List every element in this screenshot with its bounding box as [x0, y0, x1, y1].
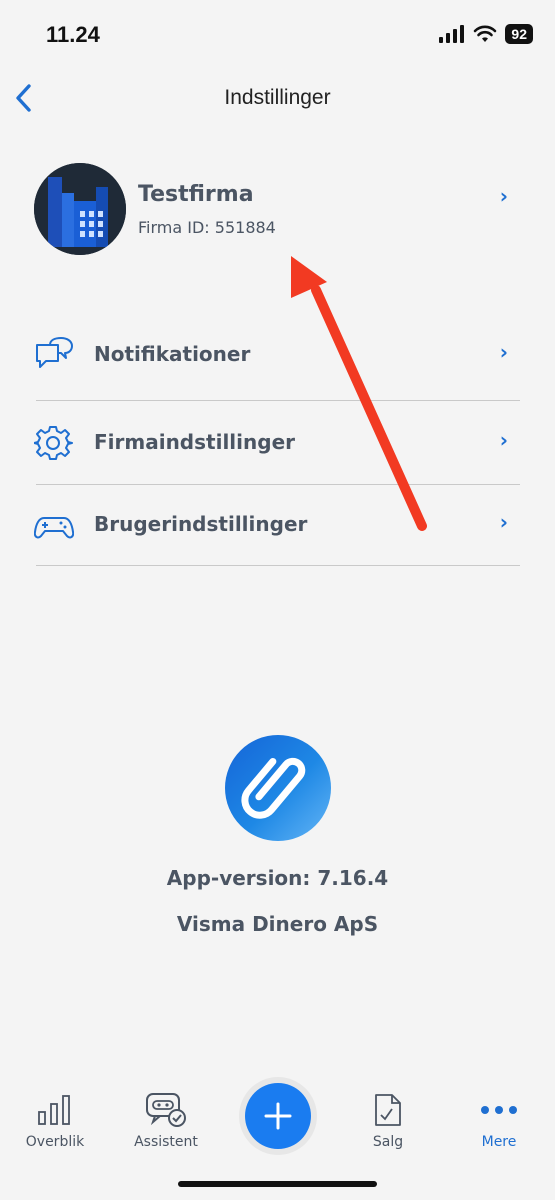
home-indicator	[178, 1181, 377, 1187]
menu-item-firmaindstillinger[interactable]: Firmaindstillinger ›	[34, 402, 520, 484]
chevron-right-icon: ›	[499, 184, 508, 208]
status-icons: 92	[439, 24, 533, 44]
company-row[interactable]: Testfirma Firma ID: 551884 ›	[34, 160, 520, 260]
chevron-right-icon: ›	[499, 428, 508, 452]
divider	[36, 400, 520, 401]
paperclip-icon	[241, 757, 306, 819]
menu-item-notifikationer[interactable]: Notifikationer ›	[34, 314, 520, 396]
company-id: Firma ID: 551884	[138, 218, 276, 237]
company-footer: Visma Dinero ApS	[176, 912, 379, 936]
chevron-right-icon: ›	[499, 510, 508, 534]
app-version: App-version: 7.16.4	[166, 866, 389, 890]
more-dots-icon	[481, 1106, 517, 1114]
company-name: Testfirma	[138, 182, 254, 207]
tab-label: Overblik	[25, 1134, 85, 1150]
wifi-icon	[474, 25, 497, 42]
tab-label: Assistent	[134, 1134, 198, 1150]
assistant-icon	[146, 1093, 186, 1127]
status-bar: 11.24 92	[0, 0, 555, 70]
plus-icon	[264, 1102, 292, 1130]
status-time: 11.24	[46, 22, 100, 47]
chevron-right-icon: ›	[499, 340, 508, 364]
building-icon	[34, 163, 126, 255]
tab-label: Mere	[481, 1134, 517, 1150]
add-button[interactable]	[245, 1083, 311, 1149]
document-icon	[375, 1094, 401, 1126]
menu-item-brugerindstillinger[interactable]: Brugerindstillinger ›	[34, 484, 520, 566]
nav-bar: Indstillinger	[0, 70, 555, 128]
bar-chart-icon	[38, 1095, 70, 1125]
tab-assistent[interactable]: Assistent	[116, 1092, 216, 1150]
menu-label: Notifikationer	[94, 342, 251, 366]
tab-label: Salg	[372, 1134, 404, 1150]
page-title: Indstillinger	[224, 86, 331, 109]
signal-icon	[439, 25, 465, 43]
gamepad-icon	[34, 517, 74, 539]
chat-bubbles-icon	[36, 337, 73, 368]
tab-salg[interactable]: Salg	[338, 1092, 438, 1150]
divider	[36, 565, 520, 566]
company-avatar	[34, 163, 126, 255]
battery-indicator: 92	[505, 24, 533, 44]
menu-label: Firmaindstillinger	[94, 430, 295, 454]
tab-mere[interactable]: Mere	[449, 1092, 549, 1150]
gear-icon	[34, 426, 73, 460]
tab-overblik[interactable]: Overblik	[5, 1092, 105, 1150]
menu-label: Brugerindstillinger	[94, 512, 308, 536]
app-logo	[225, 735, 331, 841]
